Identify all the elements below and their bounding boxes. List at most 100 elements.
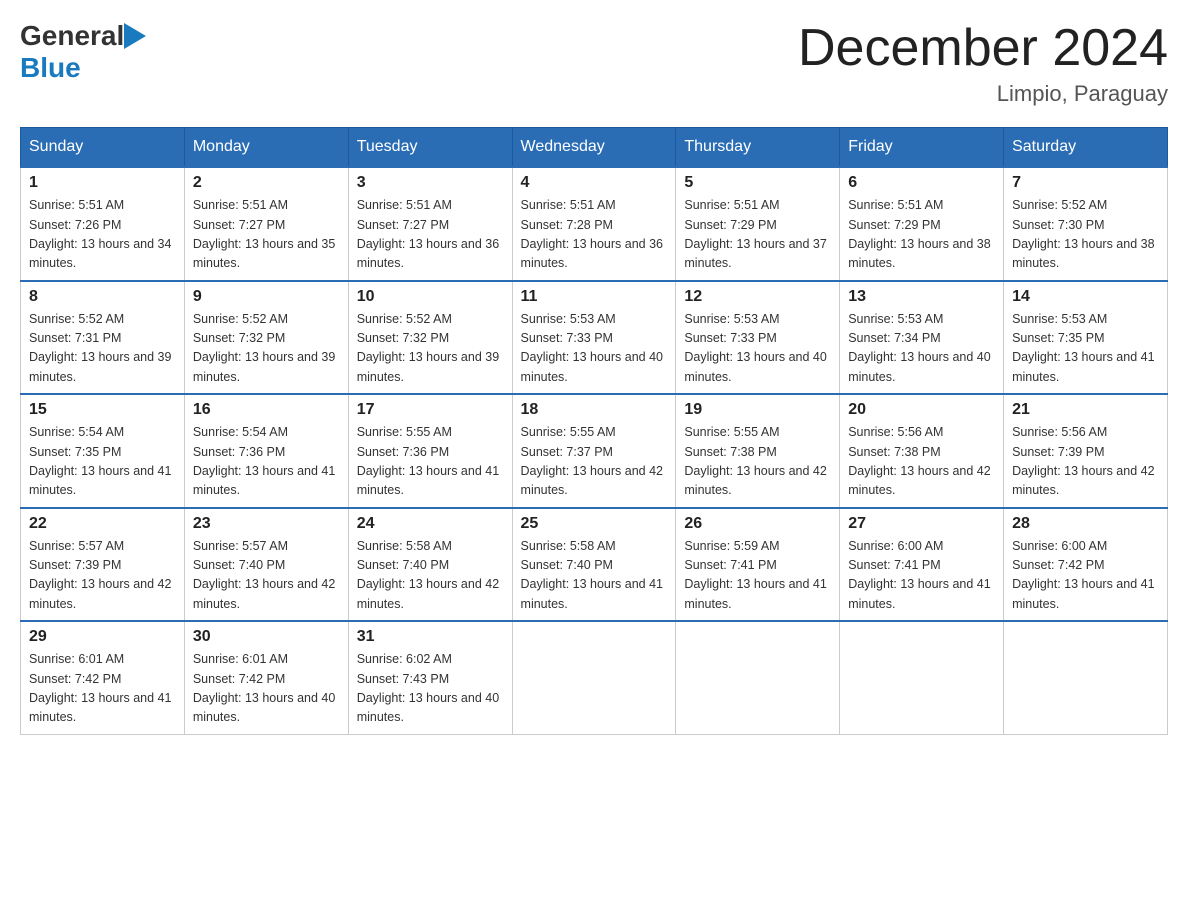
day-info: Sunrise: 5:54 AMSunset: 7:36 PMDaylight:…: [193, 425, 335, 497]
day-info: Sunrise: 6:00 AMSunset: 7:42 PMDaylight:…: [1012, 539, 1154, 611]
day-info: Sunrise: 5:53 AMSunset: 7:35 PMDaylight:…: [1012, 312, 1154, 384]
calendar-day-cell: 6 Sunrise: 5:51 AMSunset: 7:29 PMDayligh…: [840, 167, 1004, 281]
day-number: 6: [848, 174, 995, 192]
day-number: 30: [193, 628, 340, 646]
day-info: Sunrise: 5:55 AMSunset: 7:38 PMDaylight:…: [684, 425, 826, 497]
day-info: Sunrise: 5:56 AMSunset: 7:38 PMDaylight:…: [848, 425, 990, 497]
calendar-day-cell: 30 Sunrise: 6:01 AMSunset: 7:42 PMDaylig…: [184, 621, 348, 734]
day-number: 11: [521, 288, 668, 306]
day-number: 17: [357, 401, 504, 419]
day-number: 25: [521, 515, 668, 533]
calendar-day-cell: [840, 621, 1004, 734]
title-block: December 2024 Limpio, Paraguay: [798, 20, 1168, 107]
day-number: 19: [684, 401, 831, 419]
day-number: 26: [684, 515, 831, 533]
weekday-header: Tuesday: [348, 128, 512, 168]
calendar-day-cell: 5 Sunrise: 5:51 AMSunset: 7:29 PMDayligh…: [676, 167, 840, 281]
calendar-day-cell: 4 Sunrise: 5:51 AMSunset: 7:28 PMDayligh…: [512, 167, 676, 281]
day-number: 8: [29, 288, 176, 306]
day-number: 9: [193, 288, 340, 306]
day-number: 27: [848, 515, 995, 533]
day-number: 18: [521, 401, 668, 419]
day-number: 28: [1012, 515, 1159, 533]
calendar-day-cell: 23 Sunrise: 5:57 AMSunset: 7:40 PMDaylig…: [184, 508, 348, 622]
calendar-day-cell: 17 Sunrise: 5:55 AMSunset: 7:36 PMDaylig…: [348, 394, 512, 508]
calendar-day-cell: 10 Sunrise: 5:52 AMSunset: 7:32 PMDaylig…: [348, 281, 512, 395]
calendar-day-cell: 15 Sunrise: 5:54 AMSunset: 7:35 PMDaylig…: [21, 394, 185, 508]
weekday-header: Monday: [184, 128, 348, 168]
day-info: Sunrise: 5:53 AMSunset: 7:33 PMDaylight:…: [684, 312, 826, 384]
calendar-day-cell: 21 Sunrise: 5:56 AMSunset: 7:39 PMDaylig…: [1004, 394, 1168, 508]
day-number: 10: [357, 288, 504, 306]
calendar-day-cell: 3 Sunrise: 5:51 AMSunset: 7:27 PMDayligh…: [348, 167, 512, 281]
calendar-table: SundayMondayTuesdayWednesdayThursdayFrid…: [20, 127, 1168, 735]
logo-general-text: General: [20, 20, 124, 52]
day-info: Sunrise: 5:52 AMSunset: 7:32 PMDaylight:…: [357, 312, 499, 384]
day-info: Sunrise: 6:02 AMSunset: 7:43 PMDaylight:…: [357, 652, 499, 724]
calendar-day-cell: 1 Sunrise: 5:51 AMSunset: 7:26 PMDayligh…: [21, 167, 185, 281]
calendar-day-cell: 29 Sunrise: 6:01 AMSunset: 7:42 PMDaylig…: [21, 621, 185, 734]
weekday-header: Sunday: [21, 128, 185, 168]
calendar-day-cell: 12 Sunrise: 5:53 AMSunset: 7:33 PMDaylig…: [676, 281, 840, 395]
day-info: Sunrise: 5:51 AMSunset: 7:27 PMDaylight:…: [193, 198, 335, 270]
calendar-day-cell: 9 Sunrise: 5:52 AMSunset: 7:32 PMDayligh…: [184, 281, 348, 395]
day-info: Sunrise: 5:52 AMSunset: 7:32 PMDaylight:…: [193, 312, 335, 384]
day-info: Sunrise: 5:51 AMSunset: 7:29 PMDaylight:…: [848, 198, 990, 270]
calendar-day-cell: 22 Sunrise: 5:57 AMSunset: 7:39 PMDaylig…: [21, 508, 185, 622]
calendar-week-row: 22 Sunrise: 5:57 AMSunset: 7:39 PMDaylig…: [21, 508, 1168, 622]
day-info: Sunrise: 5:57 AMSunset: 7:40 PMDaylight:…: [193, 539, 335, 611]
calendar-subtitle: Limpio, Paraguay: [798, 81, 1168, 107]
calendar-day-cell: 16 Sunrise: 5:54 AMSunset: 7:36 PMDaylig…: [184, 394, 348, 508]
day-number: 2: [193, 174, 340, 192]
day-info: Sunrise: 5:51 AMSunset: 7:27 PMDaylight:…: [357, 198, 499, 270]
day-info: Sunrise: 5:52 AMSunset: 7:31 PMDaylight:…: [29, 312, 171, 384]
calendar-day-cell: 19 Sunrise: 5:55 AMSunset: 7:38 PMDaylig…: [676, 394, 840, 508]
day-info: Sunrise: 6:00 AMSunset: 7:41 PMDaylight:…: [848, 539, 990, 611]
weekday-header: Saturday: [1004, 128, 1168, 168]
day-number: 23: [193, 515, 340, 533]
day-number: 5: [684, 174, 831, 192]
header-row: SundayMondayTuesdayWednesdayThursdayFrid…: [21, 128, 1168, 168]
calendar-week-row: 15 Sunrise: 5:54 AMSunset: 7:35 PMDaylig…: [21, 394, 1168, 508]
calendar-day-cell: 24 Sunrise: 5:58 AMSunset: 7:40 PMDaylig…: [348, 508, 512, 622]
logo-blue-text: Blue: [20, 52, 81, 83]
calendar-day-cell: [512, 621, 676, 734]
page-header: General Blue December 2024 Limpio, Parag…: [20, 20, 1168, 107]
calendar-day-cell: 28 Sunrise: 6:00 AMSunset: 7:42 PMDaylig…: [1004, 508, 1168, 622]
calendar-day-cell: 26 Sunrise: 5:59 AMSunset: 7:41 PMDaylig…: [676, 508, 840, 622]
day-info: Sunrise: 5:52 AMSunset: 7:30 PMDaylight:…: [1012, 198, 1154, 270]
weekday-header: Friday: [840, 128, 1004, 168]
day-info: Sunrise: 5:57 AMSunset: 7:39 PMDaylight:…: [29, 539, 171, 611]
day-info: Sunrise: 5:58 AMSunset: 7:40 PMDaylight:…: [357, 539, 499, 611]
day-number: 13: [848, 288, 995, 306]
day-number: 21: [1012, 401, 1159, 419]
day-info: Sunrise: 5:55 AMSunset: 7:37 PMDaylight:…: [521, 425, 663, 497]
day-number: 24: [357, 515, 504, 533]
calendar-day-cell: [1004, 621, 1168, 734]
calendar-day-cell: 8 Sunrise: 5:52 AMSunset: 7:31 PMDayligh…: [21, 281, 185, 395]
day-number: 14: [1012, 288, 1159, 306]
day-info: Sunrise: 5:51 AMSunset: 7:29 PMDaylight:…: [684, 198, 826, 270]
day-number: 12: [684, 288, 831, 306]
day-number: 4: [521, 174, 668, 192]
day-info: Sunrise: 6:01 AMSunset: 7:42 PMDaylight:…: [193, 652, 335, 724]
calendar-day-cell: [676, 621, 840, 734]
calendar-day-cell: 2 Sunrise: 5:51 AMSunset: 7:27 PMDayligh…: [184, 167, 348, 281]
day-number: 1: [29, 174, 176, 192]
day-number: 15: [29, 401, 176, 419]
weekday-header: Wednesday: [512, 128, 676, 168]
day-number: 16: [193, 401, 340, 419]
day-info: Sunrise: 5:53 AMSunset: 7:34 PMDaylight:…: [848, 312, 990, 384]
calendar-day-cell: 31 Sunrise: 6:02 AMSunset: 7:43 PMDaylig…: [348, 621, 512, 734]
day-info: Sunrise: 5:59 AMSunset: 7:41 PMDaylight:…: [684, 539, 826, 611]
day-info: Sunrise: 5:54 AMSunset: 7:35 PMDaylight:…: [29, 425, 171, 497]
day-number: 7: [1012, 174, 1159, 192]
calendar-day-cell: 7 Sunrise: 5:52 AMSunset: 7:30 PMDayligh…: [1004, 167, 1168, 281]
day-number: 20: [848, 401, 995, 419]
day-info: Sunrise: 5:53 AMSunset: 7:33 PMDaylight:…: [521, 312, 663, 384]
weekday-header: Thursday: [676, 128, 840, 168]
logo-arrow-icon: [124, 23, 146, 49]
day-info: Sunrise: 5:55 AMSunset: 7:36 PMDaylight:…: [357, 425, 499, 497]
calendar-week-row: 1 Sunrise: 5:51 AMSunset: 7:26 PMDayligh…: [21, 167, 1168, 281]
calendar-day-cell: 13 Sunrise: 5:53 AMSunset: 7:34 PMDaylig…: [840, 281, 1004, 395]
